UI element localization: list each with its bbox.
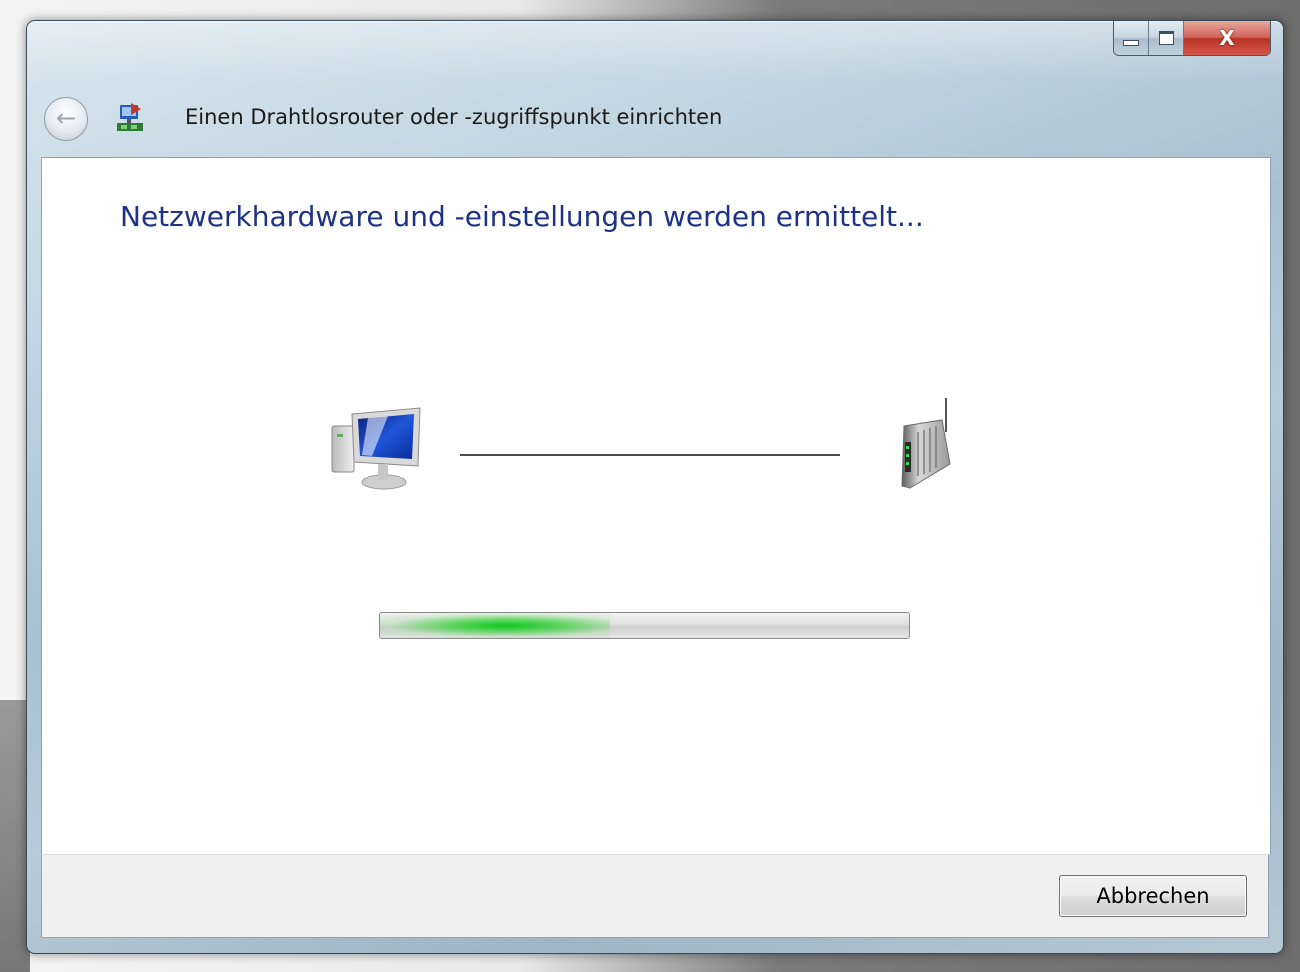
progress-indicator (380, 613, 610, 638)
minimize-button[interactable] (1114, 21, 1149, 55)
wizard-window: X ← Einen Drahtlosrouter oder -zugriffsp… (26, 20, 1284, 954)
back-button[interactable]: ← (44, 97, 88, 141)
window-title: Einen Drahtlosrouter oder -zugriffspunkt… (185, 105, 723, 129)
wireless-router-icon (901, 398, 951, 489)
minimize-icon (1123, 40, 1139, 46)
progress-bar (379, 612, 910, 639)
network-setup-icon (117, 103, 143, 131)
maximize-icon (1158, 31, 1174, 45)
close-button[interactable]: X (1184, 21, 1270, 55)
connection-line (460, 454, 840, 456)
wizard-footer: Abbrechen (41, 854, 1269, 938)
wizard-content: Netzwerkhardware und -einstellungen werd… (41, 157, 1271, 855)
page-heading: Netzwerkhardware und -einstellungen werd… (120, 200, 924, 233)
computer-icon (331, 407, 421, 490)
close-icon: X (1219, 26, 1235, 50)
cancel-button[interactable]: Abbrechen (1059, 875, 1247, 917)
caption-buttons: X (1113, 21, 1271, 56)
maximize-button[interactable] (1149, 21, 1184, 55)
back-arrow-icon: ← (55, 104, 77, 132)
